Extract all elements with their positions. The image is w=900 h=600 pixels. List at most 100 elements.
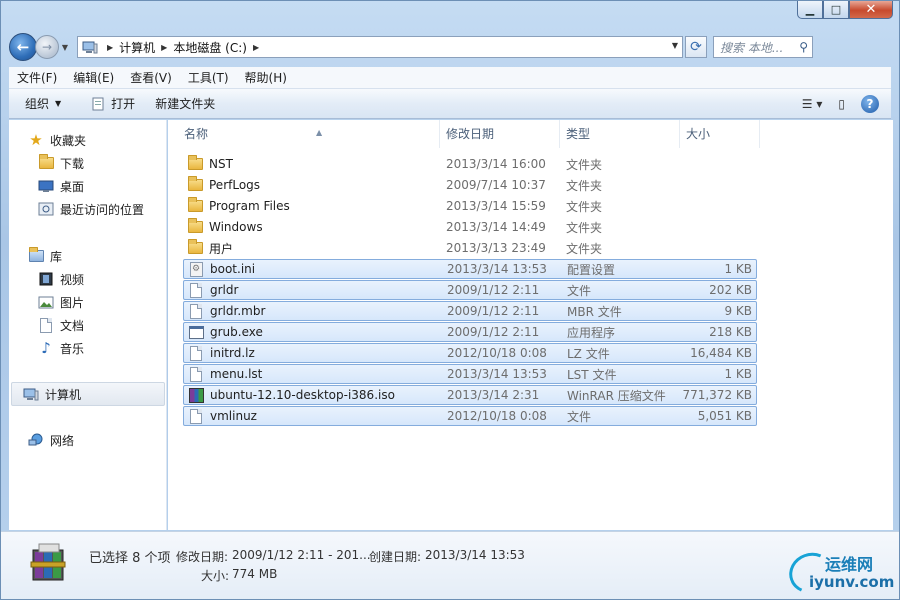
file-type: 配置设置 [567,262,616,277]
menu-view[interactable]: 查看(V) [122,69,180,86]
view-options-button[interactable]: ☰ ▾ [794,97,831,111]
breadcrumb-computer[interactable]: 计算机 [119,39,155,56]
menu-edit[interactable]: 编辑(E) [65,69,122,86]
file-name-cell: grldr [188,282,238,298]
details-pane: 已选择 8 个项 修改日期: 2009/1/12 2:11 - 201... 创… [1,531,899,599]
file-type: 文件 [567,409,592,424]
nav-downloads[interactable]: 下载 [37,153,84,173]
file-name: 用户 [209,241,234,256]
column-type-label: 类型 [566,127,591,141]
column-date[interactable]: 修改日期 [440,120,560,148]
nav-music[interactable]: ♪ 音乐 [37,338,84,358]
file-name: vmlinuz [210,409,257,423]
menu-file[interactable]: 文件(F) [9,69,65,86]
help-button[interactable]: ? [853,94,891,113]
file-name-cell: Program Files [187,197,290,214]
file-row[interactable]: vmlinuz 2012/10/18 0:08 文件 5,051 KB [183,406,757,426]
breadcrumb-local-disk[interactable]: 本地磁盘 (C:) [173,39,247,56]
file-name: menu.lst [210,367,263,381]
file-date: 2013/3/14 15:59 [446,199,546,213]
nav-computer[interactable]: 计算机 [11,382,165,406]
preview-pane-button[interactable]: ▯ [830,97,853,111]
file-name: Program Files [209,199,290,213]
close-button[interactable]: ✕ [849,1,893,19]
file-size: 1 KB [724,367,752,381]
nav-recent-places[interactable]: 最近访问的位置 [37,199,144,219]
file-name: grldr [210,283,239,297]
file-row[interactable]: grldr.mbr 2009/1/12 2:11 MBR 文件 9 KB [183,301,757,321]
file-row[interactable]: Windows 2013/3/14 14:49 文件夹 [183,217,757,237]
file-row[interactable]: ubuntu-12.10-desktop-i386.iso 2013/3/14 2… [183,385,757,405]
address-dropdown-icon[interactable]: ▼ [672,41,678,50]
nav-network[interactable]: 网络 [27,430,74,450]
file-type: 应用程序 [567,325,616,340]
breadcrumb-separator-icon[interactable]: ▶ [107,43,113,52]
search-icon[interactable]: ⚲ [799,40,808,54]
file-date: 2013/3/13 23:49 [446,241,546,255]
forward-button[interactable]: → [35,35,59,59]
column-name[interactable]: 名称 ▲ [178,120,440,148]
winrar-archive-icon [188,387,204,403]
minimize-button[interactable]: ▁ [797,1,823,19]
file-row[interactable]: initrd.lz 2012/10/18 0:08 LZ 文件 16,484 KB [183,343,757,363]
nav-libraries[interactable]: 库 [27,246,62,266]
file-type: WinRAR 压缩文件 [567,388,666,403]
file-row[interactable]: NST 2013/3/14 16:00 文件夹 [183,154,757,174]
chevron-down-icon: ▼ [61,42,69,52]
file-row[interactable]: 用户 2013/3/13 23:49 文件夹 [183,238,757,258]
breadcrumb-separator-icon[interactable]: ▶ [253,43,259,52]
file-size: 771,372 KB [682,388,752,402]
nav-favorites-label: 收藏夹 [50,133,87,148]
desktop-icon [37,178,55,194]
back-button[interactable]: ← [9,33,37,61]
recent-pages-dropdown[interactable]: ▼ [59,43,71,52]
column-size[interactable]: 大小 [680,120,760,148]
nav-network-label: 网络 [50,433,75,448]
created-value: 2013/3/14 13:53 [425,548,525,562]
file-name: initrd.lz [210,346,255,360]
file-name-cell: 用户 [187,239,234,257]
file-row[interactable]: grub.exe 2009/1/12 2:11 应用程序 218 KB [183,322,757,342]
nav-documents-label: 文档 [60,318,85,333]
refresh-icon: ⟳ [690,39,702,55]
open-button[interactable]: 打开 [81,95,145,112]
search-input[interactable]: 搜索 本地... ⚲ [713,36,813,58]
nav-pictures[interactable]: 图片 [37,292,84,312]
file-size: 1 KB [724,262,752,276]
file-name-cell: grub.exe [188,324,263,340]
breadcrumb-separator-icon[interactable]: ▶ [161,43,167,52]
nav-documents[interactable]: 文档 [37,315,84,335]
new-folder-button[interactable]: 新建文件夹 [145,95,225,112]
nav-desktop[interactable]: 桌面 [37,176,84,196]
file-name: grldr.mbr [210,304,266,318]
file-name-cell: grldr.mbr [188,303,265,319]
selection-count: 已选择 8 个项 [89,551,171,566]
organize-button[interactable]: 组织 ▼ [9,95,71,112]
menu-help[interactable]: 帮助(H) [237,69,295,86]
folder-icon [187,155,203,172]
pictures-library-icon [37,294,55,310]
file-name: PerfLogs [209,178,261,192]
maximize-button[interactable]: □ [823,1,849,19]
nav-favorites[interactable]: ★ 收藏夹 [27,130,86,150]
menu-tools[interactable]: 工具(T) [180,69,237,86]
modified-label: 修改日期: [176,550,229,564]
refresh-button[interactable]: ⟳ [685,36,707,58]
file-row[interactable]: grldr 2009/1/12 2:11 文件 202 KB [183,280,757,300]
file-row[interactable]: Program Files 2013/3/14 15:59 文件夹 [183,196,757,216]
file-type: MBR 文件 [567,304,622,319]
file-size: 9 KB [724,304,752,318]
open-icon [92,97,104,110]
new-folder-label: 新建文件夹 [155,97,216,111]
address-bar[interactable]: ▶ 计算机 ▶ 本地磁盘 (C:) ▶ ▼ [77,36,683,58]
nav-videos[interactable]: 视频 [37,269,84,289]
size-value: 774 MB [232,567,278,581]
nav-recent-label: 最近访问的位置 [60,202,145,217]
file-row[interactable]: menu.lst 2013/3/14 13:53 LST 文件 1 KB [183,364,757,384]
column-type[interactable]: 类型 [560,120,680,148]
file-type: 文件夹 [566,241,603,256]
column-size-label: 大小 [686,127,711,141]
file-name-cell: PerfLogs [187,176,261,193]
file-row[interactable]: ⚙ boot.ini 2013/3/14 13:53 配置设置 1 KB [183,259,757,279]
file-row[interactable]: PerfLogs 2009/7/14 10:37 文件夹 [183,175,757,195]
